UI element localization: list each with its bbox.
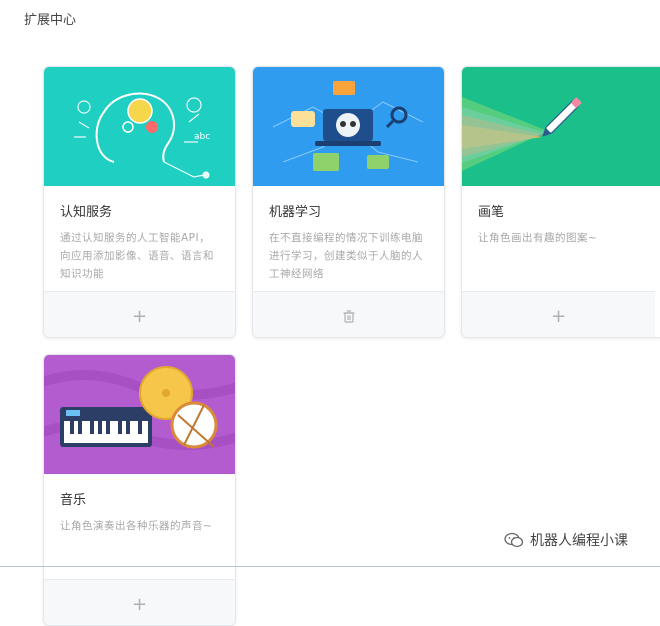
extension-description: 通过认知服务的人工智能API，向应用添加影像、语音、语言和知识功能: [60, 232, 214, 280]
cognitive-banner-image: abc: [44, 67, 235, 186]
music-banner-image: [44, 355, 235, 474]
pen-banner-image: [462, 67, 660, 186]
wechat-icon: [504, 532, 524, 548]
add-extension-button[interactable]: +: [44, 579, 235, 625]
add-extension-button[interactable]: +: [44, 291, 235, 337]
watermark: 机器人编程小课: [504, 530, 628, 550]
extension-description: 在不直接编程的情况下训练电脑进行学习，创建类似于人脑的人工神经网络: [269, 232, 423, 280]
extension-title: 画笔: [478, 205, 505, 220]
extension-title: 音乐: [60, 493, 87, 508]
extension-card-cognitive[interactable]: abc 认知服务 通过认知服务的人工智能API，向应用添加影像、语音、语言和知识…: [43, 66, 236, 338]
machine-learning-banner-image: [253, 67, 444, 186]
page-title: 扩展中心: [24, 13, 77, 28]
extension-description: 让角色画出有趣的图案~: [478, 232, 598, 244]
trash-icon: [343, 309, 354, 323]
watermark-text: 机器人编程小课: [530, 533, 628, 549]
extension-card-music[interactable]: 音乐 让角色演奏出各种乐器的声音~ +: [43, 354, 236, 626]
divider: [0, 566, 660, 567]
extension-card-pen[interactable]: 画笔 让角色画出有趣的图案~ +: [461, 66, 660, 338]
add-extension-button[interactable]: +: [462, 291, 655, 337]
extension-title: 认知服务: [60, 205, 113, 220]
extension-title: 机器学习: [269, 205, 322, 220]
remove-extension-button[interactable]: [253, 291, 444, 337]
plus-icon: +: [131, 305, 148, 327]
extension-description: 让角色演奏出各种乐器的声音~: [60, 520, 213, 532]
svg-text:abc: abc: [194, 132, 210, 142]
plus-icon: +: [131, 593, 148, 615]
plus-icon: +: [550, 305, 567, 327]
extension-card-machine-learning[interactable]: 机器学习 在不直接编程的情况下训练电脑进行学习，创建类似于人脑的人工神经网络: [252, 66, 445, 338]
